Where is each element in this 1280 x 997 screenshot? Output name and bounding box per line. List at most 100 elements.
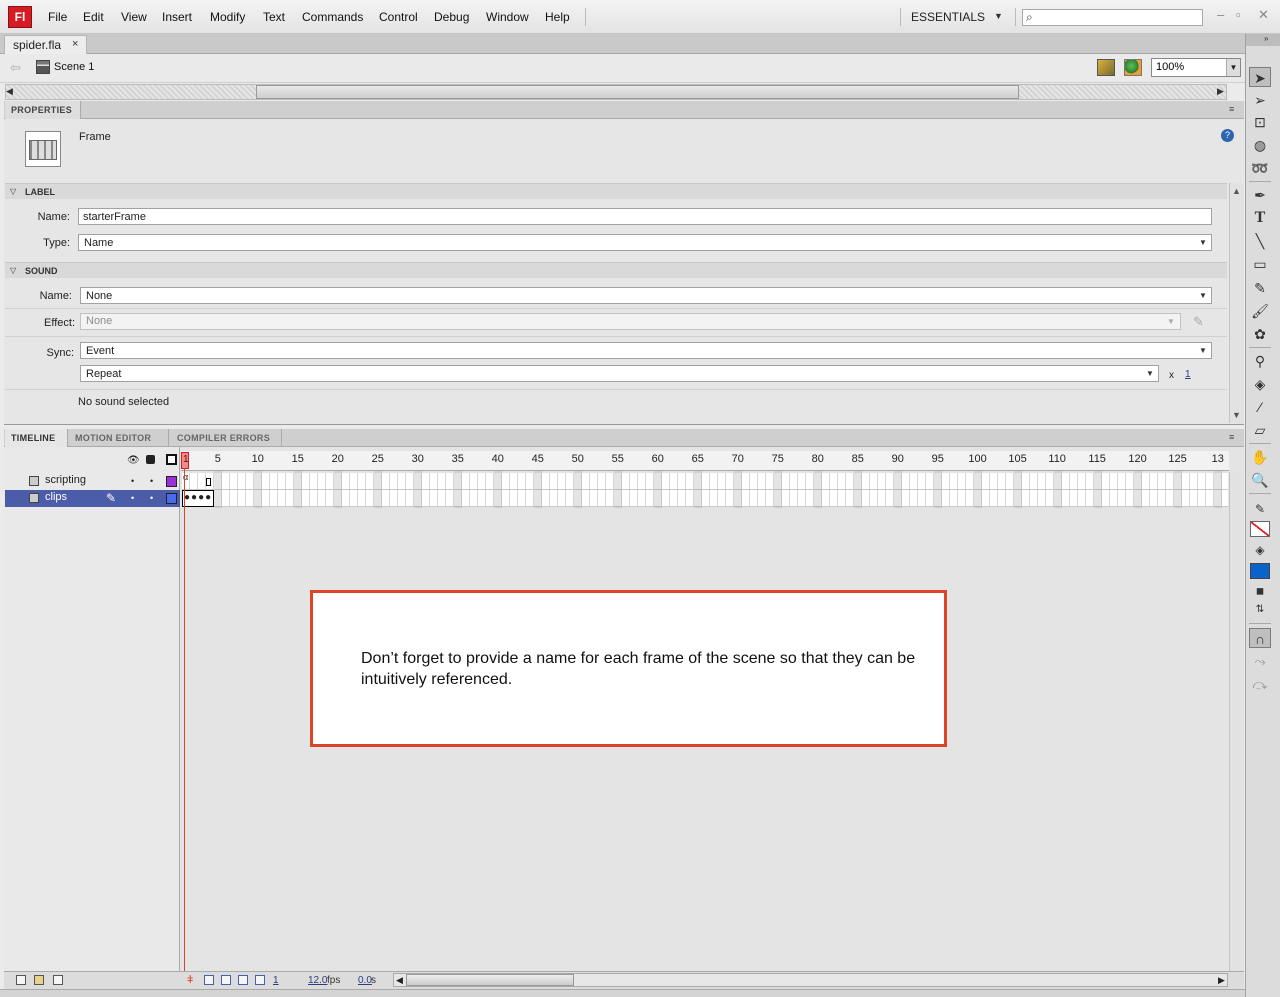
chevron-down-icon[interactable]: ▼ — [1143, 366, 1157, 381]
properties-vertical-scrollbar[interactable] — [1229, 183, 1243, 423]
sound-name-select[interactable] — [80, 287, 1212, 304]
chevron-down-icon[interactable]: ▼ — [994, 11, 1003, 21]
back-arrow-icon[interactable]: ⇦ — [10, 60, 21, 76]
repeat-count[interactable]: 1 — [1185, 369, 1191, 380]
menu-control[interactable]: Control — [379, 10, 418, 24]
workspace-switcher[interactable]: ESSENTIALS — [911, 10, 985, 24]
trash-icon[interactable] — [53, 975, 63, 985]
menu-window[interactable]: Window — [486, 10, 529, 24]
eyedropper-tool-icon[interactable]: ⁄ — [1249, 397, 1271, 417]
sound-repeat-select[interactable] — [80, 365, 1159, 382]
chevron-down-icon[interactable]: ▼ — [1196, 288, 1210, 303]
eye-icon[interactable]: 👁 — [127, 455, 140, 466]
frame-label-name-input[interactable] — [78, 208, 1212, 225]
fill-color-swatch[interactable] — [1250, 563, 1270, 579]
tab-properties-label[interactable]: PROPERTIES — [11, 105, 72, 115]
timeline-vertical-scrollbar[interactable] — [1229, 472, 1243, 971]
new-folder-icon[interactable] — [34, 975, 44, 985]
zoom-value[interactable]: 100% — [1156, 61, 1184, 73]
free-transform-tool-icon[interactable]: ⊡ — [1249, 112, 1271, 132]
keyframes-clips[interactable]: ●●●● — [182, 490, 214, 507]
lock-dot[interactable]: • — [150, 493, 153, 503]
layer-name[interactable]: clips — [45, 491, 67, 503]
stroke-color-icon[interactable]: ✎ — [1249, 499, 1271, 519]
onion-markers-icon[interactable] — [255, 975, 265, 985]
label-type-value[interactable]: Name — [84, 237, 113, 249]
chevron-down-icon[interactable]: ▼ — [1196, 343, 1210, 358]
chevron-down-icon[interactable]: ▼ — [1226, 59, 1240, 76]
close-icon[interactable]: × — [72, 38, 78, 50]
scroll-thumb[interactable] — [256, 85, 1019, 99]
new-layer-icon[interactable] — [16, 975, 26, 985]
scroll-right-icon[interactable]: ▶ — [1217, 86, 1224, 97]
keyframes-scripting[interactable]: α — [182, 472, 214, 489]
onion-outline-icon[interactable] — [221, 975, 231, 985]
collapse-triangle-icon[interactable]: ▽ — [10, 187, 16, 196]
menu-debug[interactable]: Debug — [434, 10, 469, 24]
restore-icon[interactable]: ▫ — [1236, 7, 1241, 22]
scroll-up-icon[interactable]: ▲ — [1232, 186, 1241, 196]
collapse-icon[interactable]: » — [1264, 34, 1268, 43]
zoom-tool-icon[interactable]: 🔍 — [1249, 470, 1271, 490]
bone-tool-icon[interactable]: ⚲ — [1249, 351, 1271, 371]
label-section-header[interactable] — [5, 183, 1227, 199]
rectangle-tool-icon[interactable]: ▭ — [1249, 254, 1271, 274]
swap-colors-icon[interactable]: ⇅ — [1249, 600, 1271, 620]
visibility-dot[interactable]: • — [131, 476, 134, 486]
fill-color-icon[interactable]: ◈ — [1249, 540, 1271, 560]
lasso-tool-icon[interactable]: ➿ — [1249, 158, 1271, 178]
edit-symbols-icon[interactable] — [1124, 59, 1142, 76]
edit-scene-icon[interactable] — [1097, 59, 1115, 76]
label-section-title[interactable]: LABEL — [25, 187, 55, 197]
menu-text[interactable]: Text — [263, 10, 285, 24]
elapsed-time[interactable]: 0.0 — [358, 975, 372, 986]
subselection-tool-icon[interactable]: ➢ — [1249, 90, 1271, 110]
scene-breadcrumb[interactable]: Scene 1 — [54, 61, 94, 73]
search-input[interactable] — [1022, 9, 1203, 26]
3d-rotation-tool-icon[interactable]: ◍ — [1249, 135, 1271, 155]
menu-commands[interactable]: Commands — [302, 10, 363, 24]
minimize-icon[interactable]: – — [1217, 7, 1224, 22]
layer-name[interactable]: scripting — [45, 474, 86, 486]
keyframe-dots[interactable]: ●●●● — [184, 492, 212, 503]
layer-outline-color[interactable] — [166, 493, 177, 504]
frame-rate[interactable]: 12.0 — [308, 975, 327, 986]
scroll-left-icon[interactable]: ◀ — [396, 975, 403, 986]
scroll-thumb[interactable] — [406, 974, 574, 986]
chevron-down-icon[interactable]: ▼ — [1196, 235, 1210, 250]
tools-panel-header[interactable] — [1246, 34, 1280, 46]
stroke-color-swatch[interactable] — [1250, 521, 1270, 537]
label-type-select[interactable] — [78, 234, 1212, 251]
paint-bucket-tool-icon[interactable]: ◈ — [1249, 374, 1271, 394]
sound-section-header[interactable] — [5, 262, 1227, 278]
scroll-left-icon[interactable]: ◀ — [6, 86, 13, 97]
sound-section-title[interactable]: SOUND — [25, 266, 58, 276]
visibility-dot[interactable]: • — [131, 493, 134, 503]
document-tab-label[interactable]: spider.fla — [13, 38, 61, 52]
pen-tool-icon[interactable]: ✒ — [1249, 185, 1271, 205]
panel-menu-icon[interactable]: ≡ — [1229, 104, 1234, 114]
lock-dot[interactable]: • — [150, 476, 153, 486]
collapse-triangle-icon[interactable]: ▽ — [10, 266, 16, 275]
hand-tool-icon[interactable]: ✋ — [1249, 447, 1271, 467]
close-icon[interactable]: ✕ — [1258, 7, 1269, 23]
layer-outline-color[interactable] — [166, 476, 177, 487]
snap-magnet-icon[interactable]: ∩ — [1249, 628, 1271, 648]
menu-file[interactable]: File — [48, 10, 67, 24]
pencil-tool-icon[interactable]: ✎ — [1249, 278, 1271, 298]
tab-motion-editor-label[interactable]: MOTION EDITOR — [75, 433, 151, 443]
menu-insert[interactable]: Insert — [162, 10, 192, 24]
center-frame-icon[interactable]: ǂ — [187, 974, 193, 986]
panel-menu-icon[interactable]: ≡ — [1229, 432, 1234, 442]
line-tool-icon[interactable]: ╲ — [1249, 231, 1271, 251]
sound-name-value[interactable]: None — [86, 290, 112, 302]
scroll-down-icon[interactable]: ▼ — [1232, 410, 1241, 420]
tab-timeline-label[interactable]: TIMELINE — [11, 433, 55, 443]
scroll-right-icon[interactable]: ▶ — [1218, 975, 1225, 986]
deco-tool-icon[interactable]: ✿ — [1249, 324, 1271, 344]
sound-sync-value[interactable]: Event — [86, 345, 114, 357]
eraser-tool-icon[interactable]: ▱ — [1249, 420, 1271, 440]
outline-icon[interactable] — [166, 454, 177, 465]
playhead-label[interactable]: 1 — [183, 454, 189, 465]
menu-view[interactable]: View — [121, 10, 147, 24]
